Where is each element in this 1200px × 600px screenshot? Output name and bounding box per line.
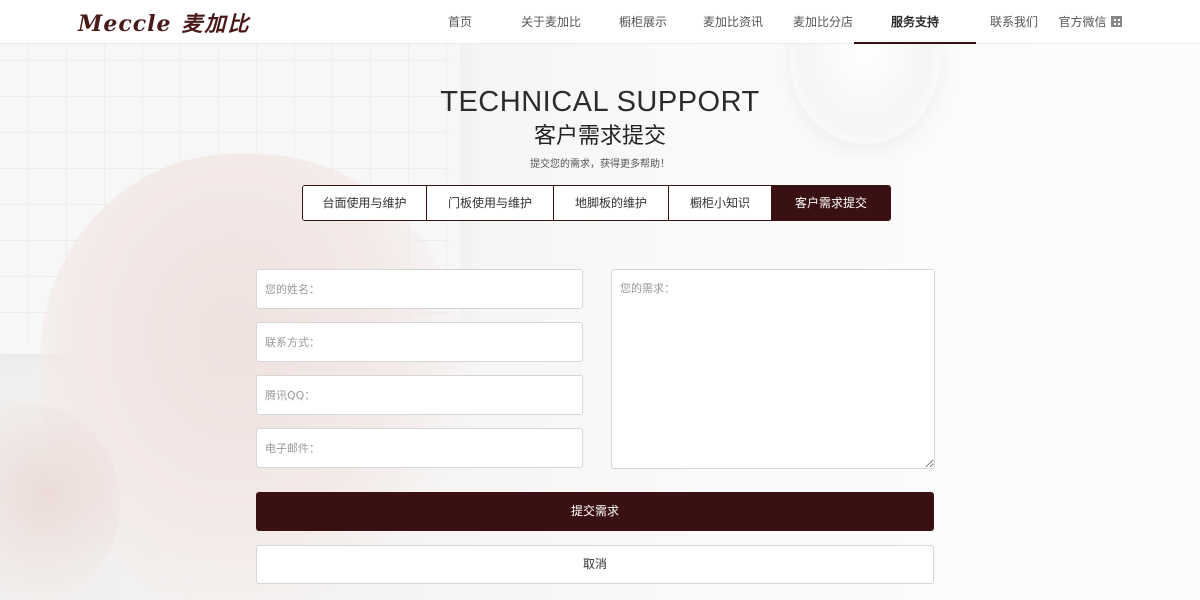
request-textarea[interactable] <box>611 269 935 469</box>
tab-plinth-care[interactable]: 地脚板的维护 <box>554 186 669 220</box>
main-nav: 首页 关于麦加比 橱柜展示 麦加比资讯 麦加比分店 服务支持 联系我们 官方微信 <box>430 0 1128 44</box>
nav-cabinets[interactable]: 橱柜展示 <box>612 0 674 44</box>
submit-request-button[interactable]: 提交需求 <box>256 492 934 531</box>
tab-countertop-care[interactable]: 台面使用与维护 <box>303 186 427 220</box>
site-header: Meccle 麦加比 首页 关于麦加比 橱柜展示 麦加比资讯 麦加比分店 服务支… <box>0 0 1200 44</box>
cancel-button[interactable]: 取消 <box>256 545 934 584</box>
page-title-cn: 客户需求提交 <box>533 124 666 149</box>
email-input[interactable] <box>256 428 583 468</box>
logo-latin-text: Meccle <box>78 11 172 37</box>
contact-input[interactable] <box>256 322 583 362</box>
qr-code-icon <box>1110 16 1122 27</box>
support-tabs: 台面使用与维护 门板使用与维护 地脚板的维护 橱柜小知识 客户需求提交 <box>302 185 891 221</box>
nav-about[interactable]: 关于麦加比 <box>490 0 612 44</box>
nav-service-support[interactable]: 服务支持 <box>854 0 976 44</box>
tab-door-panel-care[interactable]: 门板使用与维护 <box>427 186 554 220</box>
qq-input[interactable] <box>256 375 583 415</box>
nav-home[interactable]: 首页 <box>430 0 490 44</box>
nav-wechat[interactable]: 官方微信 <box>1052 0 1128 44</box>
tab-cabinet-tips[interactable]: 橱柜小知识 <box>669 186 772 220</box>
logo-cn-text: 麦加比 <box>181 11 251 36</box>
nav-wechat-label: 官方微信 <box>1058 15 1107 29</box>
tab-customer-request[interactable]: 客户需求提交 <box>772 186 890 220</box>
page-subtitle: 提交您的需求，获得更多帮助！ <box>530 159 670 170</box>
nav-news[interactable]: 麦加比资讯 <box>674 0 792 44</box>
name-input[interactable] <box>256 269 583 309</box>
nav-stores[interactable]: 麦加比分店 <box>792 0 854 44</box>
site-logo[interactable]: Meccle 麦加比 <box>78 8 251 37</box>
page-heading: TECHNICAL SUPPORT 客户需求提交 提交您的需求，获得更多帮助！ <box>0 84 1200 172</box>
page-title-en: TECHNICAL SUPPORT <box>440 86 760 118</box>
nav-contact[interactable]: 联系我们 <box>976 0 1052 44</box>
